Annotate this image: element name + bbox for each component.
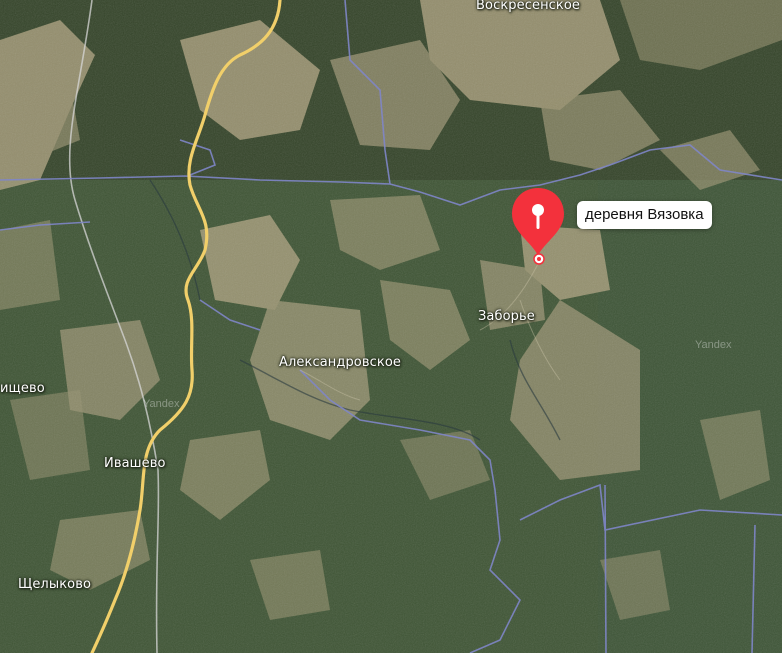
place-label-aleksandrovskoe[interactable]: Александровское xyxy=(279,355,401,370)
place-label-shchelykovo[interactable]: Щелыково xyxy=(18,577,91,592)
place-callout[interactable]: деревня Вязовка xyxy=(577,201,712,229)
place-label-ivashevo[interactable]: Ивашево xyxy=(104,456,166,471)
location-dot-icon xyxy=(533,253,545,265)
place-label-voskresenskoe[interactable]: Воскресенское xyxy=(476,0,580,13)
place-label-zaborye[interactable]: Заборье xyxy=(478,309,535,324)
place-label-ishchevo[interactable]: ищево xyxy=(0,381,45,396)
texture-overlay xyxy=(0,0,782,653)
yandex-watermark: Yandex xyxy=(143,398,180,410)
yandex-watermark: Yandex xyxy=(695,339,732,351)
satellite-map[interactable] xyxy=(0,0,782,653)
